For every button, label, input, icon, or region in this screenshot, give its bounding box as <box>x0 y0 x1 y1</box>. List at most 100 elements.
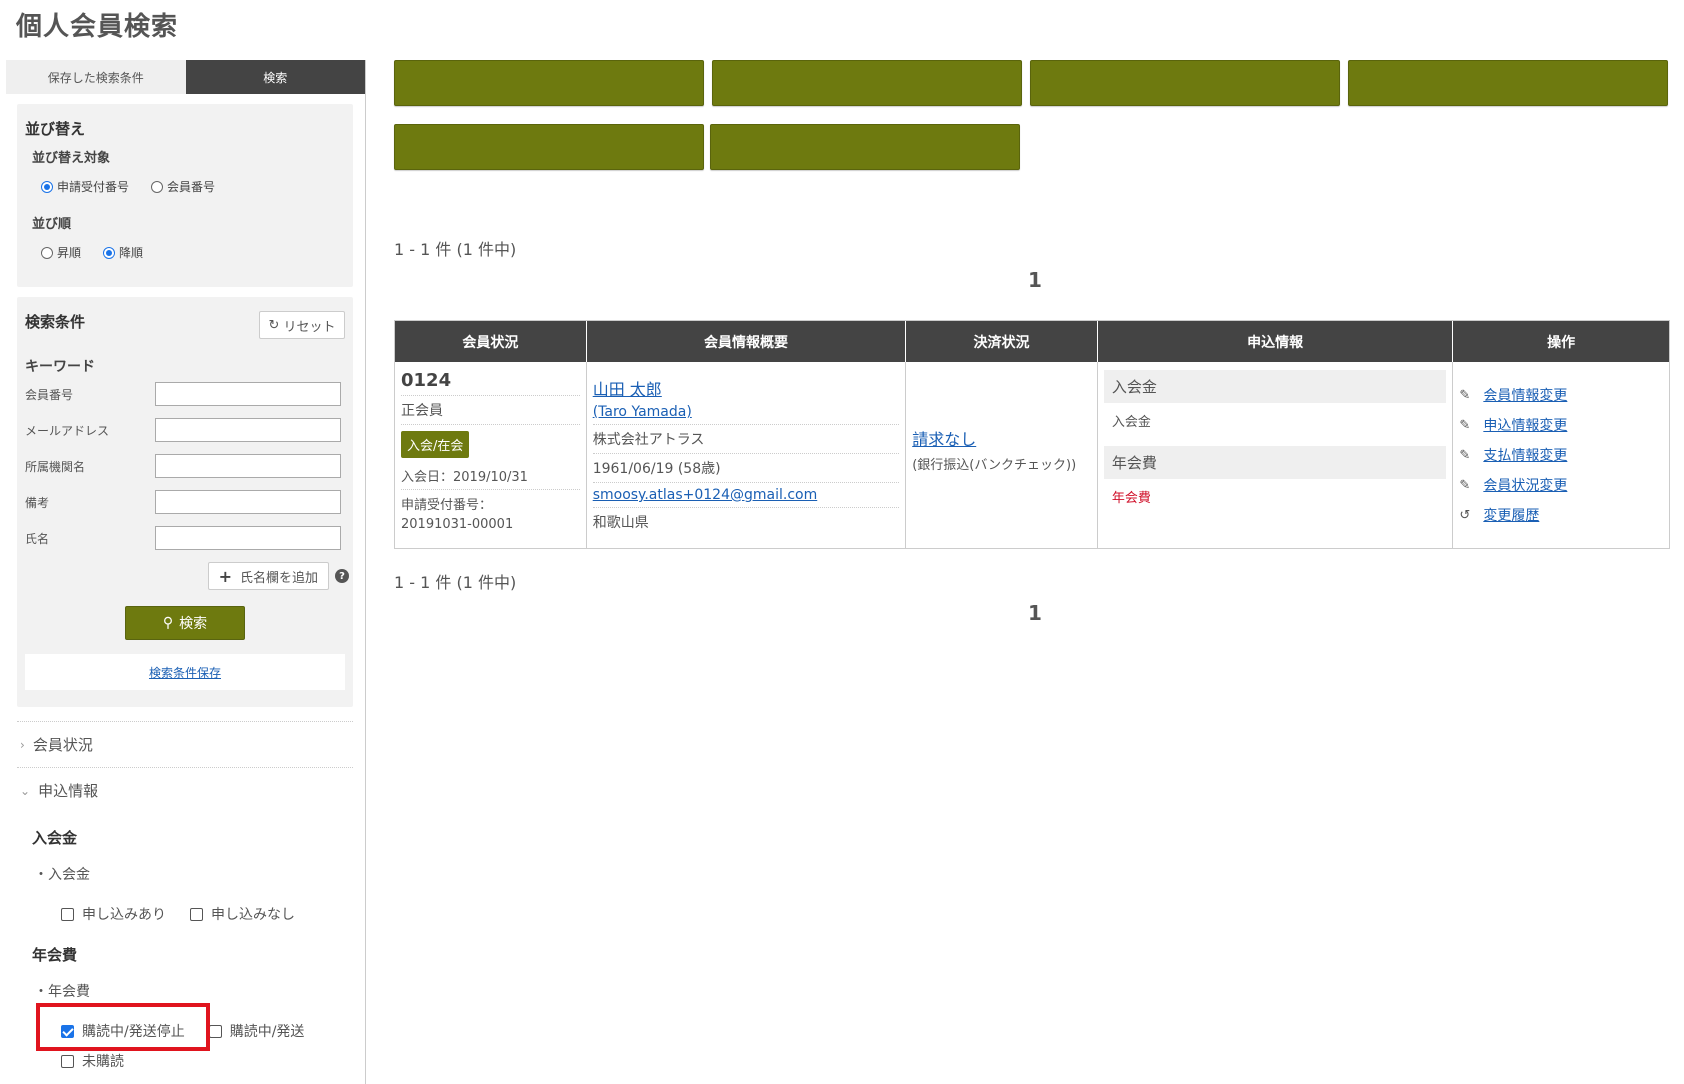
radio-member-no[interactable]: 会員番号 <box>151 178 215 195</box>
checkbox-unsubscribed[interactable]: 未購読 <box>61 1051 124 1071</box>
action-button-5[interactable] <box>394 124 704 170</box>
reset-button[interactable]: ↻ リセット <box>259 311 345 339</box>
prefecture: 和歌山県 <box>592 515 649 531</box>
entry-fee-title: 入会金 <box>32 829 78 847</box>
radio-icon[interactable] <box>41 246 53 259</box>
field-email: メールアドレス <box>25 412 345 448</box>
birth-date: 1961/06/19 (58歳) <box>592 454 900 483</box>
payment-method: (銀行振込(バンクチェック)) <box>912 458 1077 473</box>
radio-checked-icon[interactable] <box>103 246 116 259</box>
checkbox-entry-applied[interactable]: 申し込みあり <box>61 904 166 924</box>
checkbox-icon[interactable] <box>190 907 203 921</box>
checkbox-subscribed-shipping[interactable]: 購読中/発送 <box>208 1021 304 1041</box>
plus-icon: + <box>218 566 232 586</box>
cell-member-status: 0124 正会員 入会/在会 入会日：2019/10/31 申請受付番号： 20… <box>395 362 587 548</box>
sidebar: 保存した検索条件 検索 並び替え 並び替え対象 申請受付番号 会員番号 並び順 … <box>6 60 366 1084</box>
action-button-1[interactable] <box>394 60 704 106</box>
field-affiliation: 所属機関名 <box>25 448 345 484</box>
pagination-page-bottom[interactable]: 1 <box>1028 601 1042 625</box>
email-link[interactable]: smoosy.atlas+0124@gmail.com <box>592 483 900 508</box>
th-application-info: 申込情報 <box>1098 321 1454 362</box>
company: 株式会社アトラス <box>592 425 900 454</box>
search-conditions-panel: 検索条件 ↻ リセット キーワード 会員番号 メールアドレス 所属機関名 備考 … <box>17 297 353 707</box>
th-member-summary: 会員情報概要 <box>587 321 907 362</box>
status-badge: 入会/在会 <box>401 431 470 458</box>
annual-fee-value: 年会費 <box>1111 491 1151 506</box>
notes-input[interactable] <box>155 490 341 514</box>
accordion-application[interactable]: ⌄ 申込情報 <box>20 780 365 801</box>
history-icon: ↺ <box>1459 507 1471 523</box>
table-row: 0124 正会員 入会/在会 入会日：2019/10/31 申請受付番号： 20… <box>395 362 1669 548</box>
radio-descending[interactable]: 降順 <box>103 244 143 261</box>
op-change-history[interactable]: ↺ 変更履歴 <box>1459 500 1663 530</box>
radio-icon[interactable] <box>151 180 164 193</box>
sort-panel: 並び替え 並び替え対象 申請受付番号 会員番号 並び順 昇順 降順 <box>17 104 353 287</box>
result-count-bottom: 1 - 1 件 (1 件中) <box>394 573 517 592</box>
tab-search[interactable]: 検索 <box>185 60 365 94</box>
radio-ascending[interactable]: 昇順 <box>41 244 81 261</box>
op-edit-application[interactable]: ✎ 申込情報変更 <box>1459 410 1663 440</box>
op-edit-member-status[interactable]: ✎ 会員状況変更 <box>1459 470 1663 500</box>
sidebar-tabs: 保存した検索条件 検索 <box>6 60 365 94</box>
field-notes: 備考 <box>25 484 345 520</box>
help-icon[interactable]: ? <box>335 569 349 583</box>
result-table: 会員状況 会員情報概要 決済状況 申込情報 操作 0124 正会員 入会/在会 … <box>394 320 1670 549</box>
cell-member-summary: 山田 太郎 (Taro Yamada) 株式会社アトラス 1961/06/19 … <box>587 362 907 548</box>
search-icon: ⚲ <box>162 615 174 631</box>
entry-fee-header: 入会金 <box>1103 370 1447 403</box>
sort-title: 並び替え <box>25 120 86 138</box>
checkbox-icon[interactable] <box>208 1024 222 1038</box>
member-name-link[interactable]: 山田 太郎 <box>593 370 900 400</box>
payment-link[interactable]: 請求なし <box>912 426 1091 450</box>
action-button-4[interactable] <box>1348 60 1668 106</box>
app-no-label: 申請受付番号： <box>401 498 493 513</box>
field-member-no: 会員番号 <box>25 376 345 412</box>
th-operations: 操作 <box>1547 334 1576 351</box>
action-button-2[interactable] <box>712 60 1022 106</box>
keyword-label: キーワード <box>25 359 95 375</box>
action-button-6[interactable] <box>710 124 1020 170</box>
chevron-right-icon: › <box>20 737 25 752</box>
add-name-field-button[interactable]: + 氏名欄を追加 <box>207 562 329 590</box>
radio-application-no[interactable]: 申請受付番号 <box>41 178 129 195</box>
search-button[interactable]: ⚲ 検索 <box>125 606 245 640</box>
member-type: 正会員 <box>401 396 580 425</box>
affiliation-input[interactable] <box>155 454 341 478</box>
pencil-icon: ✎ <box>1459 447 1471 463</box>
name-input[interactable] <box>155 526 341 550</box>
cell-payment-status: 請求なし (銀行振込(バンクチェック)) <box>906 362 1098 548</box>
email-input[interactable] <box>155 418 341 442</box>
op-edit-member[interactable]: ✎ 会員情報変更 <box>1459 380 1663 410</box>
pagination-page-top[interactable]: 1 <box>1028 268 1042 292</box>
entry-fee-bullet: ・入会金 <box>34 867 90 883</box>
cell-application-info: 入会金 入会金 年会費 年会費 <box>1098 362 1454 548</box>
highlight-annotation <box>36 1003 210 1051</box>
save-conditions-link[interactable]: 検索条件保存 <box>25 654 345 690</box>
th-payment-status: 決済状況 <box>906 321 1098 362</box>
cell-operations: ✎ 会員情報変更 ✎ 申込情報変更 ✎ 支払情報変更 ✎ 会員状況変更 ↺ 変更履歴 <box>1453 362 1669 548</box>
pencil-icon: ✎ <box>1459 387 1471 403</box>
action-button-3[interactable] <box>1030 60 1340 106</box>
annual-fee-bullet: ・年会費 <box>34 984 90 1000</box>
annual-fee-title: 年会費 <box>32 946 78 964</box>
radio-checked-icon[interactable] <box>41 180 53 193</box>
checkbox-icon[interactable] <box>61 907 74 921</box>
member-no-input[interactable] <box>155 382 341 406</box>
member-name-en-link[interactable]: (Taro Yamada) <box>592 400 900 425</box>
reset-icon: ↻ <box>268 317 280 333</box>
join-date: 入会日：2019/10/31 <box>401 462 580 490</box>
checkbox-icon[interactable] <box>61 1054 74 1068</box>
checkbox-entry-not-applied[interactable]: 申し込みなし <box>190 904 295 924</box>
tab-saved-conditions[interactable]: 保存した検索条件 <box>6 60 186 94</box>
accordion-member-status[interactable]: › 会員状況 <box>20 734 365 755</box>
app-no: 20191031-00001 <box>401 517 514 532</box>
pencil-icon: ✎ <box>1459 477 1471 493</box>
sort-order-label: 並び順 <box>32 217 72 232</box>
divider <box>17 767 353 768</box>
op-edit-payment[interactable]: ✎ 支払情報変更 <box>1459 440 1663 470</box>
pencil-icon: ✎ <box>1459 417 1471 433</box>
member-number: 0124 <box>401 370 580 396</box>
annual-fee-header: 年会費 <box>1103 446 1447 479</box>
page-title: 個人会員検索 <box>16 12 179 42</box>
field-name: 氏名 <box>25 520 345 556</box>
